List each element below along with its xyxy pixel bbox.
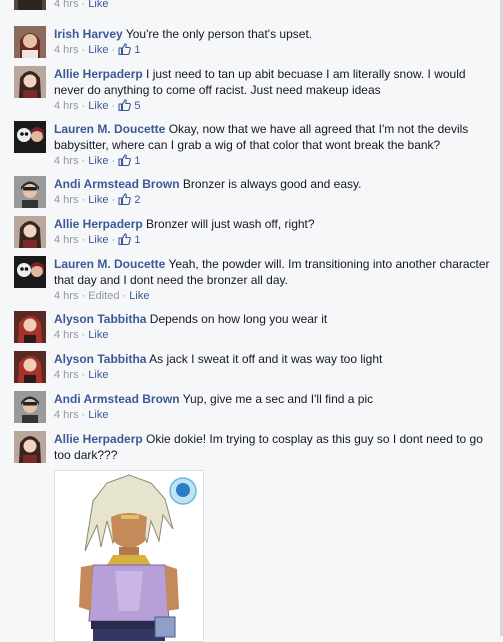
like-count[interactable]: 1 [118,154,140,167]
comment-meta: 4 hrs · Like · 1 [54,233,141,246]
timestamp[interactable]: 4 hrs [54,155,78,167]
timestamp[interactable]: 4 hrs [54,234,78,246]
avatar[interactable] [14,66,46,98]
comment-author[interactable]: Lauren M. Doucette [54,122,165,136]
like-count[interactable]: 1 [118,233,140,246]
avatar[interactable] [14,176,46,208]
like-link[interactable]: Like [88,0,108,10]
avatar[interactable] [14,311,46,343]
comment-author[interactable]: Allie Herpaderp [54,67,143,81]
thumbs-up-icon [118,193,132,205]
comment-author[interactable]: Irish Harvey [54,27,123,41]
comment-author[interactable]: Alyson Tabbitha [54,352,146,366]
timestamp[interactable]: 4 hrs [54,194,78,206]
like-count[interactable]: 5 [118,99,140,112]
comment-text: Depends on how long you wear it [149,312,328,326]
like-count[interactable]: 2 [118,193,140,206]
like-link[interactable]: Like [88,194,108,206]
like-link[interactable]: Like [129,290,149,302]
thumbs-up-icon [118,99,132,111]
comment-text: Bronzer is always good and easy. [182,177,362,191]
comment-attachment-image[interactable] [54,470,204,642]
thumbs-up-icon [118,154,132,166]
comment-meta: 4 hrs · Like · 5 [54,99,141,112]
like-count[interactable]: 1 [118,43,140,56]
avatar[interactable] [14,256,46,288]
comment-author[interactable]: Andi Armstead Brown [54,177,180,191]
comment-meta: 4 hrs · Like [54,369,109,381]
like-link[interactable]: Like [88,409,108,421]
comment-meta: 4 hrs · Edited · Like [54,290,150,302]
edited-label[interactable]: Edited [88,290,119,302]
avatar[interactable] [14,351,46,383]
like-link[interactable]: Like [88,234,108,246]
like-link[interactable]: Like [88,155,108,167]
timestamp[interactable]: 4 hrs [54,0,78,10]
avatar[interactable] [14,216,46,248]
comment-text: As jack I sweat it off and it was way to… [149,352,383,366]
timestamp[interactable]: 4 hrs [54,290,78,302]
comment-meta: 4 hrs · Like · 2 [54,193,141,206]
thumbs-up-icon [118,43,132,55]
like-link[interactable]: Like [88,44,108,56]
avatar[interactable] [14,121,46,153]
like-link[interactable]: Like [88,369,108,381]
thumbs-up-icon [118,233,132,245]
comment-meta: 4 hrs · Like · 1 [54,154,141,167]
timestamp[interactable]: 4 hrs [54,44,78,56]
comment-meta: 4 hrs · Like [54,409,109,421]
timestamp[interactable]: 4 hrs [54,409,78,421]
comment-author[interactable]: Lauren M. Doucette [54,257,165,271]
comment-text: You're the only person that's upset. [125,27,313,41]
comment-author[interactable]: Alyson Tabbitha [54,312,146,326]
comments-panel: 4 hrs · Like Irish Harvey You're the onl… [0,0,500,642]
comment-text: Yup, give me a sec and I'll find a pic [182,392,374,406]
timestamp[interactable]: 4 hrs [54,369,78,381]
avatar[interactable] [14,26,46,58]
timestamp[interactable]: 4 hrs [54,100,78,112]
comment-author[interactable]: Allie Herpaderp [54,217,143,231]
avatar[interactable] [14,431,46,463]
avatar[interactable] [14,391,46,423]
comment-meta: 4 hrs · Like [54,329,109,341]
comment-text: Bronzer will just wash off, right? [146,217,315,231]
comment-meta: 4 hrs · Like · 1 [54,43,141,56]
timestamp[interactable]: 4 hrs [54,329,78,341]
comment-author[interactable]: Allie Herpaderp [54,432,143,446]
like-link[interactable]: Like [88,100,108,112]
comment-author[interactable]: Andi Armstead Brown [54,392,180,406]
comment-meta: 4 hrs · Like [54,0,109,10]
like-link[interactable]: Like [88,329,108,341]
avatar[interactable] [14,0,46,10]
